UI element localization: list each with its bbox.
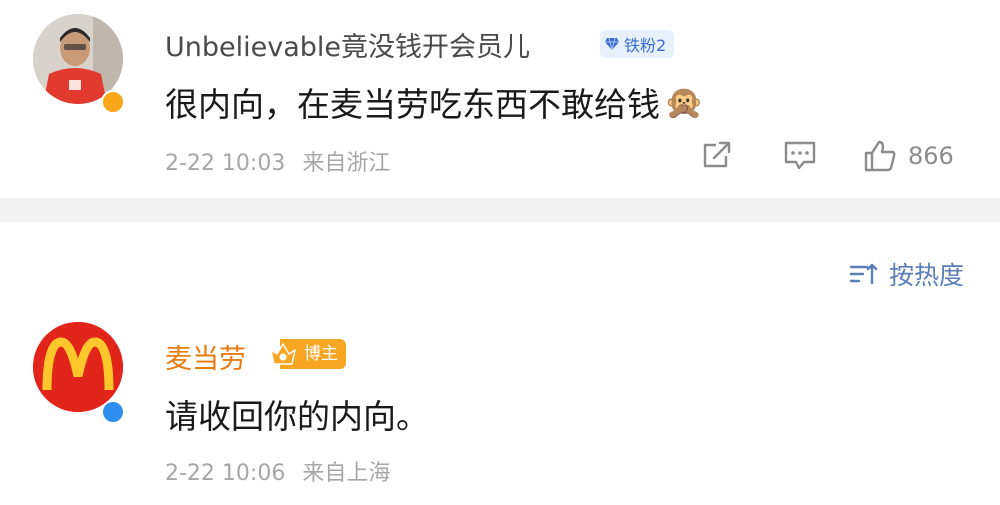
mcdonalds-logo — [33, 322, 123, 412]
verified-badge-icon — [101, 90, 125, 114]
share-icon — [703, 141, 731, 168]
sort-icon — [849, 263, 878, 285]
section-divider — [0, 198, 1000, 222]
fan-level-badge[interactable]: 铁粉2 — [600, 30, 675, 58]
comment-text: 请收回你的内向。 — [165, 390, 429, 438]
comment-text-body: 请收回你的内向。 — [165, 397, 429, 436]
comment-button[interactable] — [782, 138, 818, 172]
comment-meta: 2-22 10:06 来自上海 — [165, 455, 390, 487]
sort-label: 按热度 — [888, 261, 964, 290]
weibo-comment-page: Unbelievable竟没钱开会员儿 铁粉2 很内向，在麦当劳吃东西不敢给钱 … — [0, 0, 1000, 505]
comment-date: 2-22 10:03 — [165, 151, 286, 176]
diamond-icon — [605, 37, 619, 51]
comment-item: 按热度 麦当劳 博主 请收回你的内向。 2-22 10:06 来自上海 — [0, 222, 1000, 505]
comment-icon — [784, 141, 816, 170]
avatar[interactable] — [33, 322, 123, 412]
comment-text: 很内向，在麦当劳吃东西不敢给钱 🙊 — [165, 78, 704, 126]
verified-badge-icon — [101, 400, 125, 424]
comment-date: 2-22 10:06 — [165, 461, 286, 486]
like-button[interactable]: 866 — [862, 138, 954, 174]
comment-text-body: 很内向，在麦当劳吃东西不敢给钱 — [165, 85, 660, 124]
thumbs-up-icon — [864, 140, 896, 172]
blogger-badge[interactable]: 博主 — [268, 339, 346, 369]
like-count: 866 — [908, 142, 954, 170]
comment-item: Unbelievable竟没钱开会员儿 铁粉2 很内向，在麦当劳吃东西不敢给钱 … — [0, 0, 1000, 198]
comment-location: 来自浙江 — [302, 151, 391, 176]
comment-username[interactable]: 麦当劳 — [165, 337, 246, 376]
comment-location: 来自上海 — [302, 461, 391, 486]
fan-level-label: 铁粉2 — [624, 36, 667, 55]
see-no-evil-monkey-emoji: 🙊 — [664, 83, 704, 121]
share-button[interactable] — [700, 138, 734, 172]
comment-meta: 2-22 10:03 来自浙江 — [165, 145, 390, 177]
comment-username[interactable]: Unbelievable竟没钱开会员儿 — [165, 25, 530, 64]
crown-icon — [270, 343, 296, 365]
sort-by-hot-button[interactable]: 按热度 — [849, 256, 964, 292]
